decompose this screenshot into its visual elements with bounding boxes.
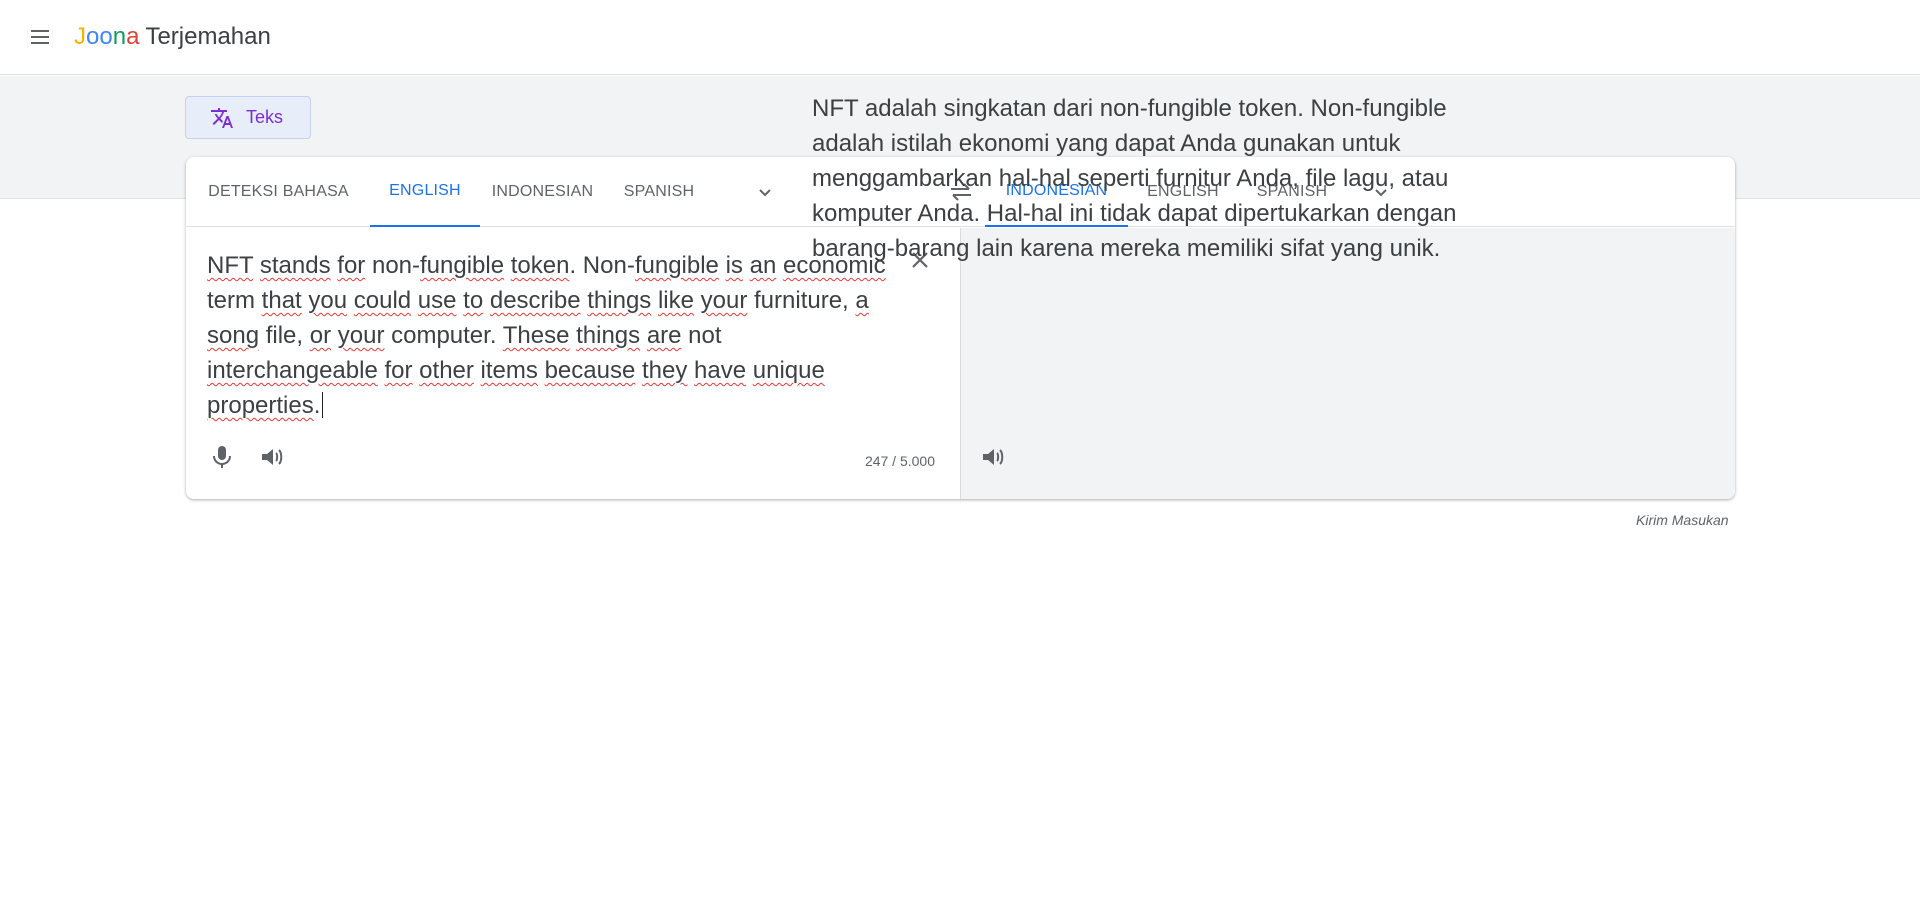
- misspelled-word: song: [207, 322, 260, 349]
- misspelled-word: they: [641, 357, 688, 384]
- top-app-bar: J o o n a Terjemahan: [0, 0, 1920, 75]
- source-text-fragment: file,: [259, 322, 310, 349]
- source-text-fragment: [743, 252, 750, 279]
- misspelled-word: because: [544, 357, 636, 384]
- source-text-fragment: furniture,: [754, 287, 856, 314]
- source-text-fragment: [474, 357, 481, 384]
- character-counter: 247 / 5.000: [864, 453, 935, 469]
- misspelled-word: unique: [752, 357, 825, 384]
- misspelled-word: things: [587, 287, 652, 314]
- microphone-icon[interactable]: [204, 439, 240, 475]
- misspelled-word: stands: [259, 252, 331, 279]
- source-text-fragment: . Non-: [569, 252, 635, 279]
- misspelled-word: are: [646, 322, 682, 349]
- misspelled-word: items: [480, 357, 538, 384]
- hamburger-menu-icon[interactable]: [20, 17, 60, 57]
- source-text-fragment: [635, 357, 642, 384]
- source-text-fragment: [504, 252, 511, 279]
- source-text-fragment: term: [207, 287, 262, 314]
- misspelled-word: a: [855, 287, 869, 314]
- translation-output-pane: [960, 228, 1735, 499]
- logo-letter: a: [126, 23, 140, 50]
- send-feedback-link[interactable]: Kirim Masukan: [1636, 512, 1729, 528]
- app-logo[interactable]: J o o n a Terjemahan: [74, 23, 271, 51]
- text-cursor: [322, 392, 324, 418]
- source-text-fragment: [411, 287, 418, 314]
- source-text-fragment: .: [313, 392, 321, 419]
- translated-text: NFT adalah singkatan dari non-fungible t…: [812, 95, 1457, 262]
- source-text-fragment: [331, 322, 338, 349]
- misspelled-word: or: [309, 322, 332, 349]
- source-text-fragment: [651, 287, 658, 314]
- misspelled-word: have: [694, 357, 747, 384]
- misspelled-word: like: [657, 287, 694, 314]
- source-text-fragment: [719, 252, 726, 279]
- source-text-fragment: [538, 357, 545, 384]
- misspelled-word: that: [261, 287, 302, 314]
- source-text-fragment: computer.: [384, 322, 503, 349]
- tab-source-english[interactable]: ENGLISH: [370, 157, 480, 227]
- misspelled-word: your: [337, 322, 385, 349]
- tab-source-spanish[interactable]: SPANISH: [605, 157, 713, 227]
- text-mode-label: Teks: [246, 107, 284, 127]
- misspelled-word: describe: [489, 287, 581, 314]
- source-text-fragment: [347, 287, 354, 314]
- source-speaker-icon[interactable]: [254, 439, 290, 475]
- misspelled-word: other: [419, 357, 474, 384]
- misspelled-word: NFT: [207, 252, 254, 279]
- misspelled-word: These: [502, 322, 570, 349]
- tab-source-indonesian[interactable]: INDONESIAN: [480, 157, 605, 227]
- misspelled-word: you: [308, 287, 348, 314]
- misspelled-word: use: [417, 287, 457, 314]
- source-text-fragment: [253, 252, 260, 279]
- logo-letter: n: [112, 23, 127, 50]
- app-title: Terjemahan: [145, 23, 271, 50]
- source-more-languages-chevron-down-icon[interactable]: [747, 174, 783, 210]
- tab-source-detect-language[interactable]: DETEKSI BAHASA: [186, 157, 371, 227]
- misspelled-word: interchangeable: [207, 357, 378, 384]
- source-text-input[interactable]: NFT stands for non-fungible token. Non-f…: [207, 248, 897, 423]
- source-text-fragment: [747, 287, 754, 314]
- source-text-fragment: [694, 287, 701, 314]
- misspelled-word: properties: [207, 392, 314, 419]
- source-text-fragment: [640, 322, 647, 349]
- misspelled-word: your: [700, 287, 748, 314]
- source-text-pane[interactable]: NFT stands for non-fungible token. Non-f…: [186, 228, 959, 499]
- translate-icon: [211, 107, 233, 128]
- logo-letter: o: [86, 23, 100, 50]
- misspelled-word: could: [353, 287, 412, 314]
- misspelled-word: fungible: [420, 252, 505, 279]
- misspelled-word: to: [463, 287, 484, 314]
- source-text-fragment: [746, 357, 753, 384]
- logo-letter: o: [99, 23, 113, 50]
- source-text-fragment: not: [681, 322, 722, 349]
- target-speaker-icon[interactable]: [975, 439, 1011, 475]
- misspelled-word: things: [576, 322, 641, 349]
- logo-letter: J: [74, 23, 86, 50]
- misspelled-word: an: [749, 252, 777, 279]
- misspelled-word: fungible: [634, 252, 719, 279]
- misspelled-word: for: [337, 252, 366, 279]
- misspelled-word: token: [510, 252, 570, 279]
- misspelled-word: for: [384, 357, 413, 384]
- source-text-fragment: [776, 252, 783, 279]
- text-mode-button[interactable]: Teks: [185, 96, 311, 139]
- source-text-fragment: [483, 287, 490, 314]
- source-text-fragment: non-: [365, 252, 420, 279]
- misspelled-word: is: [725, 252, 743, 279]
